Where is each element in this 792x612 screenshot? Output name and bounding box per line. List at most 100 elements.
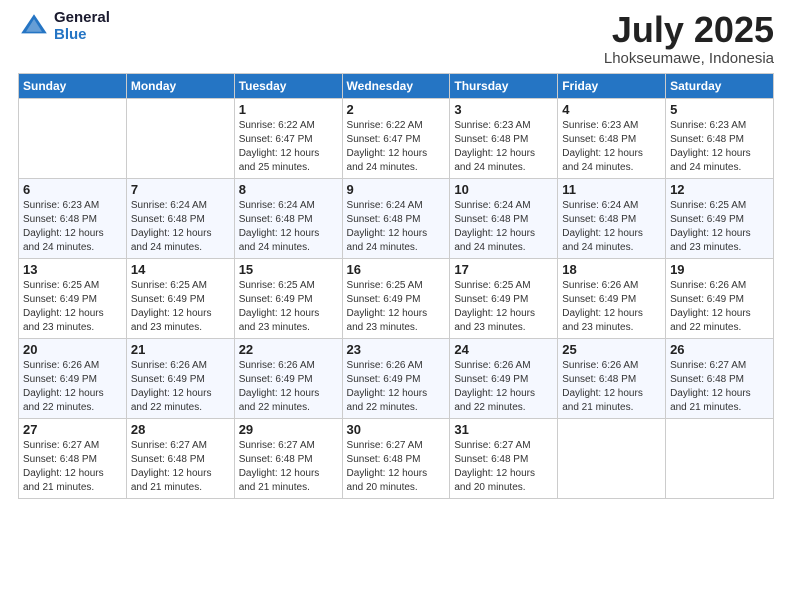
day-info: Sunrise: 6:25 AM Sunset: 6:49 PM Dayligh… [131, 279, 230, 335]
logo-text: General Blue [54, 10, 110, 43]
day-number: 27 [23, 422, 122, 437]
calendar-body: 1 Sunrise: 6:22 AM Sunset: 6:47 PM Daylig… [19, 98, 774, 498]
day-info: Sunrise: 6:26 AM Sunset: 6:49 PM Dayligh… [454, 359, 553, 415]
calendar-cell: 6 Sunrise: 6:23 AM Sunset: 6:48 PM Daylig… [19, 178, 127, 258]
day-number: 15 [239, 262, 338, 277]
day-number: 11 [562, 182, 661, 197]
calendar-cell: 30 Sunrise: 6:27 AM Sunset: 6:48 PM Dayli… [342, 418, 450, 498]
calendar-cell [666, 418, 774, 498]
calendar-cell [19, 98, 127, 178]
day-info: Sunrise: 6:25 AM Sunset: 6:49 PM Dayligh… [670, 199, 769, 255]
day-number: 5 [670, 102, 769, 117]
day-info: Sunrise: 6:25 AM Sunset: 6:49 PM Dayligh… [347, 279, 446, 335]
day-number: 16 [347, 262, 446, 277]
calendar-cell: 2 Sunrise: 6:22 AM Sunset: 6:47 PM Daylig… [342, 98, 450, 178]
logo: General Blue [18, 10, 110, 43]
day-info: Sunrise: 6:24 AM Sunset: 6:48 PM Dayligh… [131, 199, 230, 255]
weekday-header-friday: Friday [558, 73, 666, 98]
day-info: Sunrise: 6:23 AM Sunset: 6:48 PM Dayligh… [670, 119, 769, 175]
location-title: Lhokseumawe, Indonesia [604, 50, 774, 67]
logo-blue-text: Blue [54, 27, 110, 44]
calendar-cell: 14 Sunrise: 6:25 AM Sunset: 6:49 PM Dayli… [126, 258, 234, 338]
calendar-cell [558, 418, 666, 498]
weekday-header-sunday: Sunday [19, 73, 127, 98]
header: General Blue July 2025 Lhokseumawe, Indo… [18, 10, 774, 67]
day-info: Sunrise: 6:22 AM Sunset: 6:47 PM Dayligh… [239, 119, 338, 175]
day-number: 2 [347, 102, 446, 117]
calendar-cell: 21 Sunrise: 6:26 AM Sunset: 6:49 PM Dayli… [126, 338, 234, 418]
day-number: 9 [347, 182, 446, 197]
calendar-cell: 5 Sunrise: 6:23 AM Sunset: 6:48 PM Daylig… [666, 98, 774, 178]
weekday-header-thursday: Thursday [450, 73, 558, 98]
logo-icon [18, 11, 50, 43]
calendar-cell: 8Sunrise: 6:24 AM Sunset: 6:48 PM Daylig… [234, 178, 342, 258]
calendar-cell: 19 Sunrise: 6:26 AM Sunset: 6:49 PM Dayli… [666, 258, 774, 338]
day-info: Sunrise: 6:24 AM Sunset: 6:48 PM Dayligh… [347, 199, 446, 255]
day-info: Sunrise: 6:23 AM Sunset: 6:48 PM Dayligh… [454, 119, 553, 175]
day-number: 24 [454, 342, 553, 357]
day-number: 3 [454, 102, 553, 117]
day-info: Sunrise: 6:26 AM Sunset: 6:49 PM Dayligh… [239, 359, 338, 415]
day-number: 4 [562, 102, 661, 117]
day-number: 26 [670, 342, 769, 357]
day-number: 1 [239, 102, 338, 117]
calendar-cell: 4 Sunrise: 6:23 AM Sunset: 6:48 PM Daylig… [558, 98, 666, 178]
day-info: Sunrise: 6:27 AM Sunset: 6:48 PM Dayligh… [239, 439, 338, 495]
day-number: 14 [131, 262, 230, 277]
day-info: Sunrise: 6:24 AM Sunset: 6:48 PM Dayligh… [562, 199, 661, 255]
day-info: Sunrise: 6:25 AM Sunset: 6:49 PM Dayligh… [239, 279, 338, 335]
day-number: 19 [670, 262, 769, 277]
calendar-week-5: 27 Sunrise: 6:27 AM Sunset: 6:48 PM Dayli… [19, 418, 774, 498]
day-info: Sunrise: 6:26 AM Sunset: 6:49 PM Dayligh… [23, 359, 122, 415]
day-number: 22 [239, 342, 338, 357]
day-number: 28 [131, 422, 230, 437]
day-info: Sunrise: 6:23 AM Sunset: 6:48 PM Dayligh… [23, 199, 122, 255]
day-number: 30 [347, 422, 446, 437]
calendar-cell: 31 Sunrise: 6:27 AM Sunset: 6:48 PM Dayli… [450, 418, 558, 498]
calendar-week-1: 1 Sunrise: 6:22 AM Sunset: 6:47 PM Daylig… [19, 98, 774, 178]
calendar-week-2: 6 Sunrise: 6:23 AM Sunset: 6:48 PM Daylig… [19, 178, 774, 258]
title-block: July 2025 Lhokseumawe, Indonesia [604, 10, 774, 67]
calendar-week-4: 20Sunrise: 6:26 AM Sunset: 6:49 PM Dayli… [19, 338, 774, 418]
calendar-cell: 11 Sunrise: 6:24 AM Sunset: 6:48 PM Dayli… [558, 178, 666, 258]
calendar-cell: 13Sunrise: 6:25 AM Sunset: 6:49 PM Dayli… [19, 258, 127, 338]
calendar-cell: 17 Sunrise: 6:25 AM Sunset: 6:49 PM Dayli… [450, 258, 558, 338]
day-info: Sunrise: 6:26 AM Sunset: 6:49 PM Dayligh… [670, 279, 769, 335]
day-info: Sunrise: 6:25 AM Sunset: 6:49 PM Dayligh… [23, 279, 122, 335]
day-number: 23 [347, 342, 446, 357]
day-number: 21 [131, 342, 230, 357]
day-info: Sunrise: 6:26 AM Sunset: 6:48 PM Dayligh… [562, 359, 661, 415]
calendar-cell: 18 Sunrise: 6:26 AM Sunset: 6:49 PM Dayli… [558, 258, 666, 338]
logo-general-text: General [54, 10, 110, 27]
day-info: Sunrise: 6:26 AM Sunset: 6:49 PM Dayligh… [562, 279, 661, 335]
day-info: Sunrise: 6:23 AM Sunset: 6:48 PM Dayligh… [562, 119, 661, 175]
day-info: Sunrise: 6:22 AM Sunset: 6:47 PM Dayligh… [347, 119, 446, 175]
calendar-cell: 29Sunrise: 6:27 AM Sunset: 6:48 PM Dayli… [234, 418, 342, 498]
calendar-cell: 9 Sunrise: 6:24 AM Sunset: 6:48 PM Daylig… [342, 178, 450, 258]
calendar-cell: 7Sunrise: 6:24 AM Sunset: 6:48 PM Daylig… [126, 178, 234, 258]
day-info: Sunrise: 6:27 AM Sunset: 6:48 PM Dayligh… [454, 439, 553, 495]
weekday-header-monday: Monday [126, 73, 234, 98]
calendar-cell: 1 Sunrise: 6:22 AM Sunset: 6:47 PM Daylig… [234, 98, 342, 178]
day-info: Sunrise: 6:24 AM Sunset: 6:48 PM Dayligh… [239, 199, 338, 255]
calendar-cell: 20Sunrise: 6:26 AM Sunset: 6:49 PM Dayli… [19, 338, 127, 418]
calendar-cell [126, 98, 234, 178]
weekday-header-wednesday: Wednesday [342, 73, 450, 98]
page: General Blue July 2025 Lhokseumawe, Indo… [0, 0, 792, 612]
calendar-header: SundayMondayTuesdayWednesdayThursdayFrid… [19, 73, 774, 98]
calendar-cell: 22 Sunrise: 6:26 AM Sunset: 6:49 PM Dayli… [234, 338, 342, 418]
day-info: Sunrise: 6:25 AM Sunset: 6:49 PM Dayligh… [454, 279, 553, 335]
day-number: 17 [454, 262, 553, 277]
day-number: 18 [562, 262, 661, 277]
month-title: July 2025 [604, 10, 774, 50]
day-info: Sunrise: 6:26 AM Sunset: 6:49 PM Dayligh… [131, 359, 230, 415]
calendar-table: SundayMondayTuesdayWednesdayThursdayFrid… [18, 73, 774, 499]
day-number: 10 [454, 182, 553, 197]
day-number: 31 [454, 422, 553, 437]
day-info: Sunrise: 6:27 AM Sunset: 6:48 PM Dayligh… [23, 439, 122, 495]
calendar-cell: 28Sunrise: 6:27 AM Sunset: 6:48 PM Dayli… [126, 418, 234, 498]
day-number: 6 [23, 182, 122, 197]
day-number: 25 [562, 342, 661, 357]
day-info: Sunrise: 6:27 AM Sunset: 6:48 PM Dayligh… [347, 439, 446, 495]
day-info: Sunrise: 6:24 AM Sunset: 6:48 PM Dayligh… [454, 199, 553, 255]
